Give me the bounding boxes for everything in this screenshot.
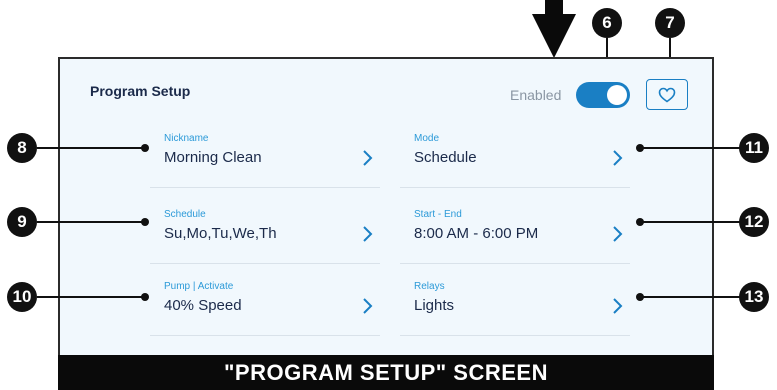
field-value: Morning Clean: [164, 149, 262, 166]
leader-line-13: [640, 296, 740, 298]
heart-icon: [658, 87, 676, 102]
field-value: 40% Speed: [164, 297, 242, 314]
chevron-right-icon: [613, 298, 623, 314]
field-value: Su,Mo,Tu,We,Th: [164, 225, 277, 242]
leader-line-10: [37, 296, 145, 298]
toggle-knob: [607, 85, 627, 105]
field-label: Relays: [414, 281, 445, 292]
callout-7: 7: [655, 8, 685, 38]
leader-line-11: [640, 147, 740, 149]
chevron-right-icon: [363, 226, 373, 242]
screen-caption: "PROGRAM SETUP" SCREEN: [58, 355, 714, 390]
start-end-field[interactable]: Start - End 8:00 AM - 6:00 PM: [400, 203, 630, 264]
callout-9: 9: [7, 207, 37, 237]
nickname-field[interactable]: Nickname Morning Clean: [150, 127, 380, 188]
leader-dot-9: [141, 218, 149, 226]
callout-13: 13: [739, 282, 769, 312]
favorite-button[interactable]: [646, 79, 688, 110]
relays-field[interactable]: Relays Lights: [400, 275, 630, 336]
leader-line-8: [37, 147, 145, 149]
pump-activate-field[interactable]: Pump | Activate 40% Speed: [150, 275, 380, 336]
chevron-right-icon: [613, 150, 623, 166]
field-label: Nickname: [164, 133, 209, 144]
callout-6: 6: [592, 8, 622, 38]
field-value: Schedule: [414, 149, 477, 166]
leader-dot-10: [141, 293, 149, 301]
field-label: Pump | Activate: [164, 281, 234, 292]
field-value: 8:00 AM - 6:00 PM: [414, 225, 539, 242]
field-value: Lights: [414, 297, 455, 314]
page-title: Program Setup: [90, 83, 191, 99]
program-setup-screen: Program Setup Enabled Nickname Morning C…: [58, 57, 714, 357]
leader-line-9: [37, 221, 145, 223]
field-label: Start - End: [414, 209, 462, 220]
down-arrow-icon: [532, 0, 576, 58]
callout-12: 12: [739, 207, 769, 237]
mode-field[interactable]: Mode Schedule: [400, 127, 630, 188]
leader-dot-8: [141, 144, 149, 152]
chevron-right-icon: [363, 298, 373, 314]
chevron-right-icon: [363, 150, 373, 166]
enabled-toggle[interactable]: [576, 82, 630, 108]
callout-11: 11: [739, 133, 769, 163]
chevron-right-icon: [613, 226, 623, 242]
enabled-label: Enabled: [510, 87, 562, 103]
callout-8: 8: [7, 133, 37, 163]
field-label: Mode: [414, 133, 440, 144]
leader-line-12: [640, 221, 740, 223]
schedule-field[interactable]: Schedule Su,Mo,Tu,We,Th: [150, 203, 380, 264]
callout-10: 10: [7, 282, 37, 312]
field-label: Schedule: [164, 209, 206, 220]
